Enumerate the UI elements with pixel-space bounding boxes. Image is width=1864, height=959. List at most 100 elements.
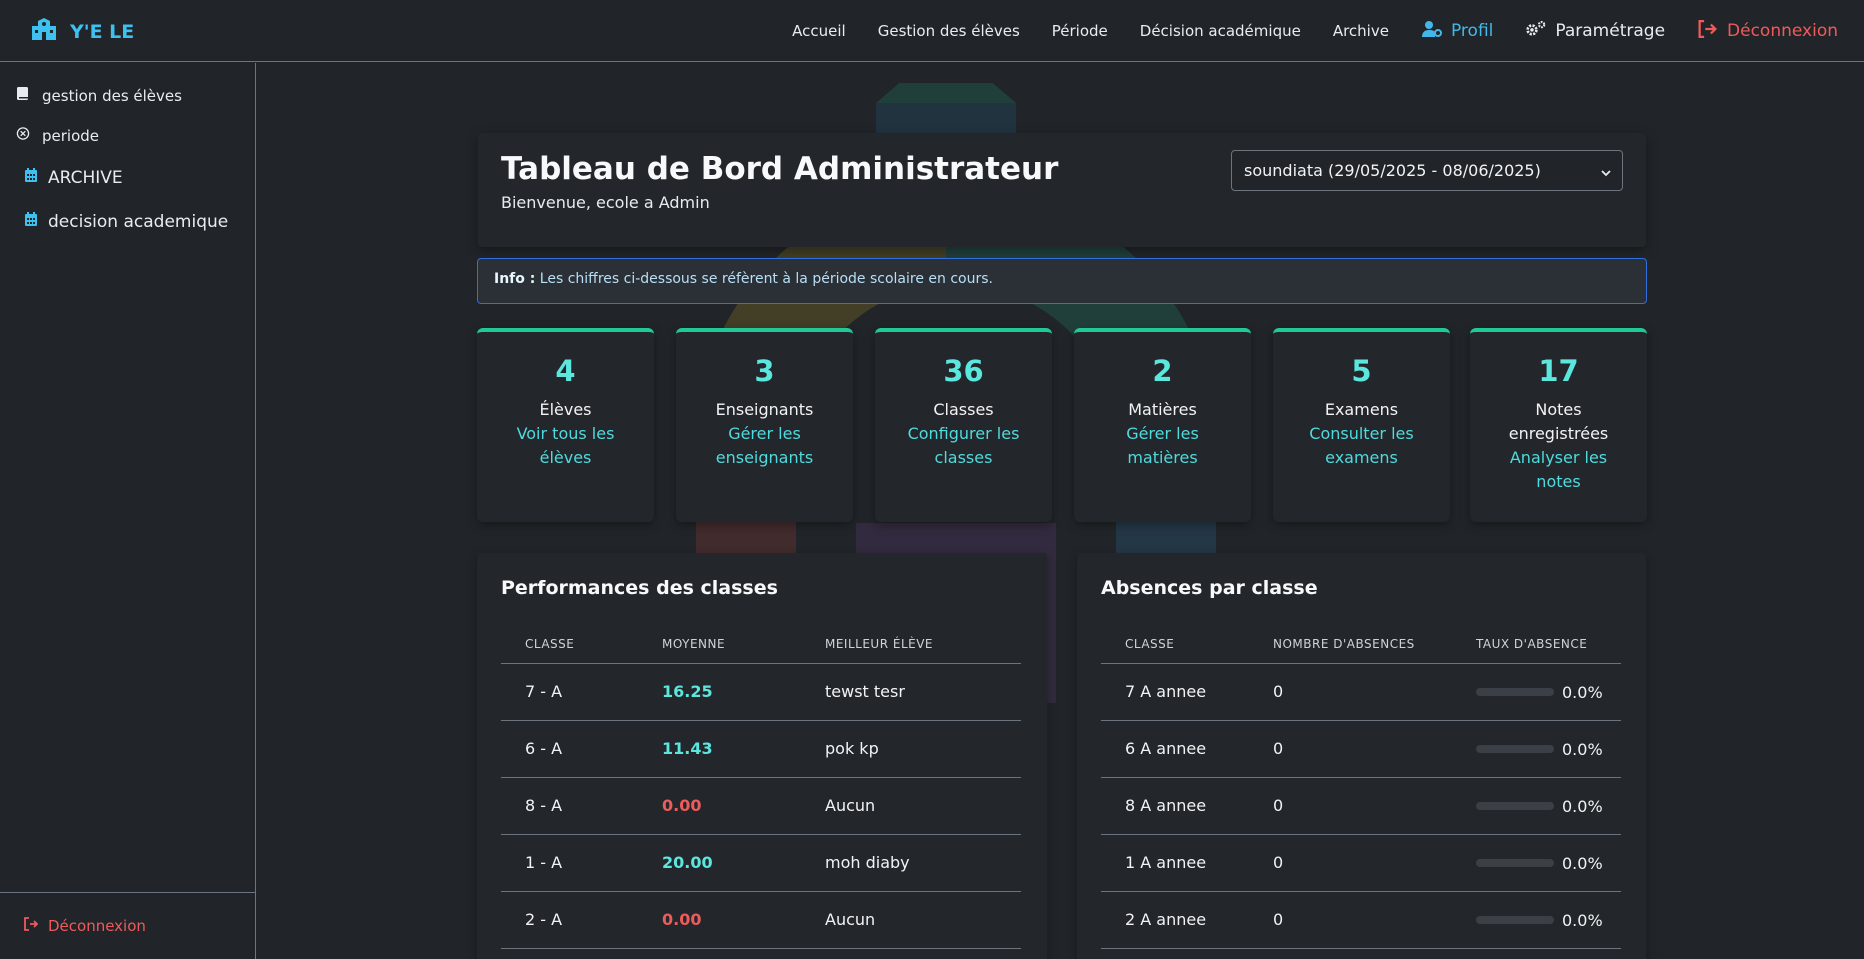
cell-meilleur-eleve: Aucun xyxy=(801,777,1021,835)
absence-progress-bar xyxy=(1476,802,1554,811)
absence-rate: 0.0% xyxy=(1476,683,1603,702)
nav-accueil[interactable]: Accueil xyxy=(792,22,846,40)
sidebar-item-archive[interactable]: ARCHIVE xyxy=(24,168,123,188)
stat-link[interactable]: Gérer les matières xyxy=(1074,422,1251,470)
table-row: 8 A annee 0 0.0% xyxy=(1101,777,1621,835)
nav-deconnexion-label: Déconnexion xyxy=(1727,21,1838,41)
stat-value: 5 xyxy=(1351,354,1372,388)
nav-deconnexion[interactable]: Déconnexion xyxy=(1697,19,1838,43)
period-select[interactable]: soundiata (29/05/2025 - 08/06/2025) xyxy=(1231,150,1623,191)
stat-card-enseignants: 3 Enseignants Gérer les enseignants xyxy=(676,328,853,522)
absence-progress-bar xyxy=(1476,859,1554,868)
performances-panel: Performances des classes CLASSE MOYENNE … xyxy=(477,553,1047,959)
stat-link[interactable]: Consulter les examens xyxy=(1273,422,1450,470)
column-header: CLASSE xyxy=(501,625,638,664)
stat-link[interactable]: Analyser les notes xyxy=(1470,446,1647,494)
brand[interactable]: Y'E LE xyxy=(30,17,134,46)
cell-meilleur-eleve: pok kp xyxy=(801,720,1021,778)
column-header: CLASSE xyxy=(1101,625,1249,664)
brand-name: Y'E LE xyxy=(70,20,135,43)
cell-moyenne: 11.43 xyxy=(638,720,801,778)
stat-label: Classes xyxy=(933,400,994,419)
stat-value: 2 xyxy=(1152,354,1173,388)
page-title: Tableau de Bord Administrateur xyxy=(501,151,1059,187)
school-icon xyxy=(30,17,58,46)
absence-rate: 0.0% xyxy=(1476,797,1603,816)
column-header: MOYENNE xyxy=(638,625,801,664)
nav-periode[interactable]: Période xyxy=(1052,22,1108,40)
absence-rate: 0.0% xyxy=(1476,740,1603,759)
sidebar-item-decision[interactable]: decision academique xyxy=(24,212,228,232)
cell-meilleur-eleve: moh diaby xyxy=(801,834,1021,892)
sidebar-item-label: gestion des élèves xyxy=(42,86,182,105)
cell-nombre-absences: 0 xyxy=(1249,891,1452,949)
cell-moyenne: 0.00 xyxy=(638,891,801,949)
sidebar-item-label: periode xyxy=(42,126,100,145)
logout-icon xyxy=(24,917,39,935)
absence-progress-bar xyxy=(1476,916,1554,925)
cell-classe: 6 A annee xyxy=(1101,720,1249,778)
top-navbar: Y'E LE Accueil Gestion des élèves Périod… xyxy=(0,0,1864,62)
stat-card-examens: 5 Examens Consulter les examens xyxy=(1273,328,1450,522)
cell-meilleur-eleve: Aucun xyxy=(801,891,1021,949)
period-select-value: soundiata (29/05/2025 - 08/06/2025) xyxy=(1244,161,1541,180)
nav-gestion-eleves[interactable]: Gestion des élèves xyxy=(878,22,1020,40)
sidebar-item-label: decision academique xyxy=(48,212,229,232)
stat-card-matieres: 2 Matières Gérer les matières xyxy=(1074,328,1251,522)
user-gear-icon xyxy=(1421,20,1442,43)
absence-rate: 0.0% xyxy=(1476,911,1603,930)
stat-link[interactable]: Gérer les enseignants xyxy=(676,422,853,470)
cell-classe: 2 A annee xyxy=(1101,891,1249,949)
cell-meilleur-eleve: tewst tesr xyxy=(801,663,1021,721)
nav-archive[interactable]: Archive xyxy=(1333,22,1389,40)
table-row: 1 - A 20.00 moh diaby xyxy=(501,834,1021,892)
cell-taux-absence: 0.0% xyxy=(1452,777,1621,835)
nav-parametrage[interactable]: Paramétrage xyxy=(1525,20,1665,43)
calendar-icon xyxy=(24,212,38,232)
page-subtitle: Bienvenue, ecole a Admin xyxy=(501,193,710,212)
dashboard-header-card: Tableau de Bord Administrateur Bienvenue… xyxy=(478,133,1646,247)
table-row: 7 A annee 0 0.0% xyxy=(1101,663,1621,721)
stat-link[interactable]: Configurer les classes xyxy=(875,422,1052,470)
sidebar-footer: Déconnexion xyxy=(0,892,255,959)
cell-nombre-absences: 0 xyxy=(1249,720,1452,778)
absences-panel: Absences par classe CLASSE NOMBRE D'ABSE… xyxy=(1077,553,1646,959)
absence-rate: 0.0% xyxy=(1476,854,1603,873)
absence-rate-label: 0.0% xyxy=(1562,682,1603,702)
panel-title: Absences par classe xyxy=(1101,577,1318,599)
absence-progress-bar xyxy=(1476,745,1554,754)
stat-card-eleves: 4 Élèves Voir tous les élèves xyxy=(477,328,654,522)
info-alert: Info : Les chiffres ci-dessous se réfère… xyxy=(477,258,1647,304)
cell-classe: 7 - A xyxy=(501,663,638,721)
book-icon xyxy=(16,86,30,105)
stat-link[interactable]: Voir tous les élèves xyxy=(477,422,654,470)
column-header: MEILLEUR ÉLÈVE xyxy=(801,625,1021,664)
stat-label: Élèves xyxy=(539,400,592,419)
absence-progress-bar xyxy=(1476,688,1554,697)
sidebar-logout-link[interactable]: Déconnexion xyxy=(24,917,146,935)
sidebar-item-gestion-eleves[interactable]: gestion des élèves xyxy=(16,86,182,105)
cell-taux-absence: 0.0% xyxy=(1452,663,1621,721)
stat-label: Examens xyxy=(1324,400,1399,419)
nav-decision[interactable]: Décision académique xyxy=(1140,22,1301,40)
stat-card-notes: 17 Notes enregistrées Analyser les notes xyxy=(1470,328,1647,522)
main-nav: Accueil Gestion des élèves Période Décis… xyxy=(760,0,1838,62)
stat-label: Enseignants xyxy=(715,400,814,419)
cell-nombre-absences: 0 xyxy=(1249,777,1452,835)
table-row: 2 - A 0.00 Aucun xyxy=(501,891,1021,949)
nav-profil[interactable]: Profil xyxy=(1421,20,1493,43)
sidebar-item-periode[interactable]: periode xyxy=(16,126,99,145)
info-label: Info : xyxy=(494,271,536,287)
cell-classe: 8 - A xyxy=(501,777,638,835)
main-content: Tableau de Bord Administrateur Bienvenue… xyxy=(256,63,1864,959)
cell-moyenne: 20.00 xyxy=(638,834,801,892)
stat-value: 17 xyxy=(1538,354,1579,388)
sidebar-logout-label: Déconnexion xyxy=(48,917,146,935)
cell-classe: 6 - A xyxy=(501,720,638,778)
cell-taux-absence: 0.0% xyxy=(1452,891,1621,949)
sidebar: gestion des élèves periode ARCHIVE decis… xyxy=(0,63,256,959)
logout-icon xyxy=(1697,19,1718,43)
absences-table: CLASSE NOMBRE D'ABSENCES TAUX D'ABSENCE … xyxy=(1101,625,1621,949)
stat-label: Matières xyxy=(1128,400,1197,419)
nav-parametrage-label: Paramétrage xyxy=(1555,21,1666,41)
